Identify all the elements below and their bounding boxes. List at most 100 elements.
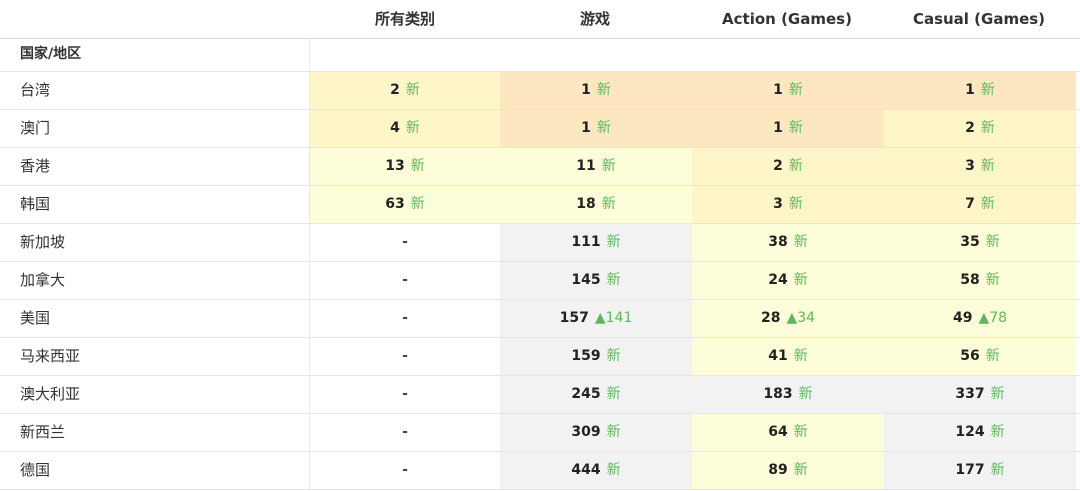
rank-change-badge: 新 bbox=[788, 158, 803, 174]
rank-value: 1 bbox=[581, 82, 591, 98]
rank-cell: 3新 bbox=[692, 186, 884, 223]
country-rank-table: 所有类别 游戏 Action (Games) Casual (Games) 国家… bbox=[0, 0, 1080, 491]
country-name[interactable]: 美国 bbox=[20, 300, 50, 337]
rank-change-badge: 新 bbox=[990, 386, 1005, 402]
column-header-casual-games[interactable]: Casual (Games) bbox=[884, 0, 1074, 38]
rank-cell: 245 新 bbox=[500, 376, 692, 413]
rank-change-badge: 新 bbox=[601, 196, 616, 212]
rank-change-badge: 新 bbox=[606, 424, 621, 440]
rank-cell: 157 ▲141 bbox=[500, 300, 692, 337]
rank-cell: - bbox=[310, 338, 500, 375]
rank-cell: 1新 bbox=[884, 72, 1076, 109]
table-row: 马来西亚 - 159 新 41 新 56 新 bbox=[0, 338, 1080, 376]
country-name[interactable]: 澳门 bbox=[20, 110, 50, 147]
table-row: 韩国 63 新 18 新 3 新 7 新 bbox=[0, 186, 1080, 224]
rank-cell: - bbox=[310, 224, 500, 261]
country-name[interactable]: 韩国 bbox=[20, 186, 50, 223]
country-name[interactable]: 新西兰 bbox=[20, 414, 65, 451]
rank-change-badge: 新 bbox=[606, 272, 621, 288]
rank-cell: 58 新 bbox=[884, 262, 1076, 299]
column-divider bbox=[309, 38, 310, 491]
rank-change-badge: 新 bbox=[788, 196, 803, 212]
rank-cell: 2新 bbox=[310, 72, 500, 109]
table-row: 加拿大 - 145 新 24 新 58 新 bbox=[0, 262, 1080, 300]
rank-value: 124 bbox=[955, 424, 985, 440]
table-row: 新西兰 - 309 新 64 新 124 新 bbox=[0, 414, 1080, 452]
table-row: 新加坡 - 111 新 38 新 35 新 bbox=[0, 224, 1080, 262]
table-row: 香港 13 新 11 新 2 新 3 新 bbox=[0, 148, 1080, 186]
rank-cell: 63 新 bbox=[310, 186, 500, 223]
country-name[interactable]: 德国 bbox=[20, 452, 50, 489]
rank-value: 309 bbox=[571, 424, 601, 440]
rank-value: - bbox=[402, 234, 408, 250]
rank-value: 11 bbox=[576, 158, 596, 174]
rank-change-badge: 新 bbox=[601, 158, 616, 174]
rank-change-badge: ▲141 bbox=[594, 310, 633, 326]
country-name[interactable]: 马来西亚 bbox=[20, 338, 80, 375]
rank-cell: 35 新 bbox=[884, 224, 1076, 261]
rank-value: 41 bbox=[768, 348, 788, 364]
rank-value: 3 bbox=[773, 196, 783, 212]
column-header-all-categories[interactable]: 所有类别 bbox=[310, 0, 500, 38]
rank-change-badge: ▲78 bbox=[978, 310, 1008, 326]
rank-change-badge: 新 bbox=[405, 82, 420, 98]
country-name[interactable]: 新加坡 bbox=[20, 224, 65, 261]
rank-value: 1 bbox=[773, 120, 783, 136]
rank-value: 63 bbox=[385, 196, 405, 212]
rank-cell: 11 新 bbox=[500, 148, 692, 185]
rank-cell: 38 新 bbox=[692, 224, 884, 261]
rank-cell: 41 新 bbox=[692, 338, 884, 375]
rank-cell: 124 新 bbox=[884, 414, 1076, 451]
rank-cell: 89 新 bbox=[692, 452, 884, 489]
rank-value: 35 bbox=[960, 234, 980, 250]
rank-cell: 1新 bbox=[500, 72, 692, 109]
rank-cell: 177 新 bbox=[884, 452, 1076, 489]
rank-value: 111 bbox=[571, 234, 601, 250]
rank-cell: 1新 bbox=[692, 110, 884, 147]
rank-value: 13 bbox=[385, 158, 405, 174]
rank-cell: - bbox=[310, 376, 500, 413]
rank-value: 56 bbox=[960, 348, 980, 364]
rank-value: - bbox=[402, 462, 408, 478]
rank-value: 145 bbox=[571, 272, 601, 288]
rank-value: - bbox=[402, 386, 408, 402]
rank-value: 64 bbox=[768, 424, 788, 440]
rank-value: 183 bbox=[763, 386, 793, 402]
rank-change-badge: 新 bbox=[793, 462, 808, 478]
rank-cell: 4新 bbox=[310, 110, 500, 147]
rank-value: 18 bbox=[576, 196, 596, 212]
rank-value: 49 bbox=[952, 310, 973, 326]
rank-cell: 444 新 bbox=[500, 452, 692, 489]
rank-cell: 18 新 bbox=[500, 186, 692, 223]
rank-cell: 309 新 bbox=[500, 414, 692, 451]
rank-value: 24 bbox=[768, 272, 788, 288]
rank-cell: 49 ▲78 bbox=[884, 300, 1076, 337]
rank-cell: - bbox=[310, 414, 500, 451]
rank-value: - bbox=[402, 272, 408, 288]
rank-cell: - bbox=[310, 300, 500, 337]
table-row: 美国 - 157 ▲141 28 ▲34 49 ▲78 bbox=[0, 300, 1080, 338]
country-name[interactable]: 香港 bbox=[20, 148, 50, 185]
country-region-label: 国家/地区 bbox=[20, 46, 82, 62]
rank-value: 245 bbox=[571, 386, 601, 402]
rank-cell: 1新 bbox=[692, 72, 884, 109]
rank-value: 2 bbox=[390, 82, 400, 98]
rank-cell: 7新 bbox=[884, 186, 1076, 223]
country-name[interactable]: 澳大利亚 bbox=[20, 376, 80, 413]
rank-cell: 337 新 bbox=[884, 376, 1076, 413]
rank-change-badge: 新 bbox=[410, 158, 425, 174]
rank-value: 89 bbox=[768, 462, 788, 478]
rank-value: - bbox=[402, 424, 408, 440]
rank-value: 38 bbox=[768, 234, 788, 250]
rank-value: - bbox=[402, 348, 408, 364]
rank-change-badge: 新 bbox=[788, 82, 803, 98]
country-name[interactable]: 加拿大 bbox=[20, 262, 65, 299]
column-header-games[interactable]: 游戏 bbox=[500, 0, 690, 38]
rank-cell: 183 新 bbox=[692, 376, 884, 413]
rank-change-badge: 新 bbox=[405, 120, 420, 136]
rank-change-badge: 新 bbox=[990, 424, 1005, 440]
rank-change-badge: 新 bbox=[606, 462, 621, 478]
rank-cell: 24 新 bbox=[692, 262, 884, 299]
country-name[interactable]: 台湾 bbox=[20, 72, 50, 109]
column-header-action-games[interactable]: Action (Games) bbox=[692, 0, 882, 38]
